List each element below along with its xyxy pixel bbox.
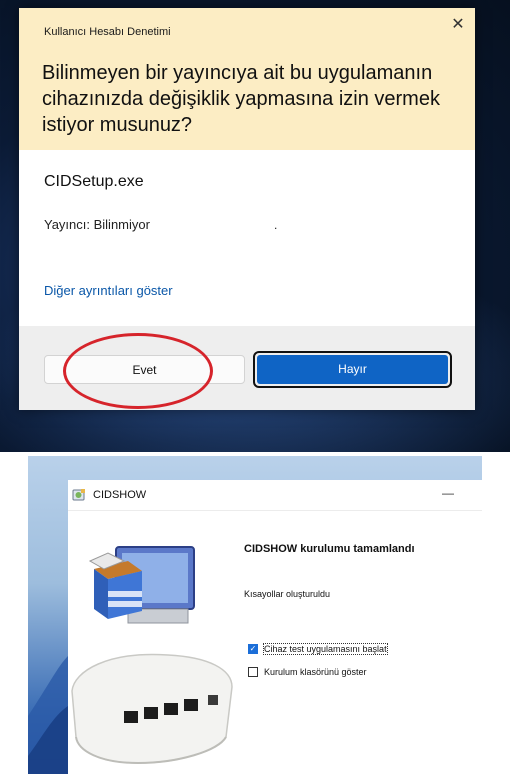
uac-dialog: Kullanıcı Hesabı Denetimi ✕ Bilinmeyen b… bbox=[19, 8, 475, 410]
installer-screenshot: CIDSHOW — CIDSHOW kurulumu tamamlandı Kı… bbox=[28, 456, 482, 774]
minimize-icon[interactable]: — bbox=[442, 486, 454, 500]
shortcuts-created-text: Kısayollar oluşturuldu bbox=[244, 589, 331, 599]
device-image bbox=[71, 653, 233, 765]
show-install-folder-option[interactable]: Kurulum klasörünü göster bbox=[248, 665, 367, 679]
uac-question: Bilinmeyen bir yayıncıya ait bu uygulama… bbox=[42, 62, 440, 136]
uac-dialog-title: Kullanıcı Hesabı Denetimi bbox=[44, 26, 171, 38]
launch-test-app-label[interactable]: Cihaz test uygulamasını başlat bbox=[263, 643, 388, 655]
installer-window-title: CIDSHOW bbox=[93, 489, 147, 501]
launch-test-app-option[interactable]: ✓ Cihaz test uygulamasını başlat bbox=[248, 642, 388, 656]
program-name: CIDSetup.exe bbox=[44, 173, 144, 190]
show-install-folder-label[interactable]: Kurulum klasörünü göster bbox=[264, 667, 367, 677]
publisher-dot: . bbox=[274, 218, 278, 232]
installer-heading: CIDSHOW kurulumu tamamlandı bbox=[244, 543, 415, 555]
no-button[interactable]: Hayır bbox=[253, 351, 452, 388]
publisher-label: Yayıncı: Bilinmiyor bbox=[44, 217, 150, 232]
setup-app-icon bbox=[72, 489, 85, 501]
show-install-folder-checkbox[interactable] bbox=[248, 667, 258, 677]
uac-header: Kullanıcı Hesabı Denetimi ✕ Bilinmeyen b… bbox=[19, 8, 475, 150]
installer-titlebar: CIDSHOW — bbox=[68, 480, 482, 511]
uac-screenshot: Kullanıcı Hesabı Denetimi ✕ Bilinmeyen b… bbox=[0, 0, 510, 452]
launch-test-app-checkbox[interactable]: ✓ bbox=[248, 644, 258, 654]
close-icon[interactable]: ✕ bbox=[449, 16, 467, 34]
installer-window: CIDSHOW — CIDSHOW kurulumu tamamlandı Kı… bbox=[68, 480, 482, 774]
installer-side-art bbox=[68, 511, 238, 774]
show-more-details-link[interactable]: Diğer ayrıntıları göster bbox=[44, 283, 173, 298]
no-button-label: Hayır bbox=[257, 355, 448, 384]
yes-button[interactable]: Evet bbox=[44, 355, 245, 384]
